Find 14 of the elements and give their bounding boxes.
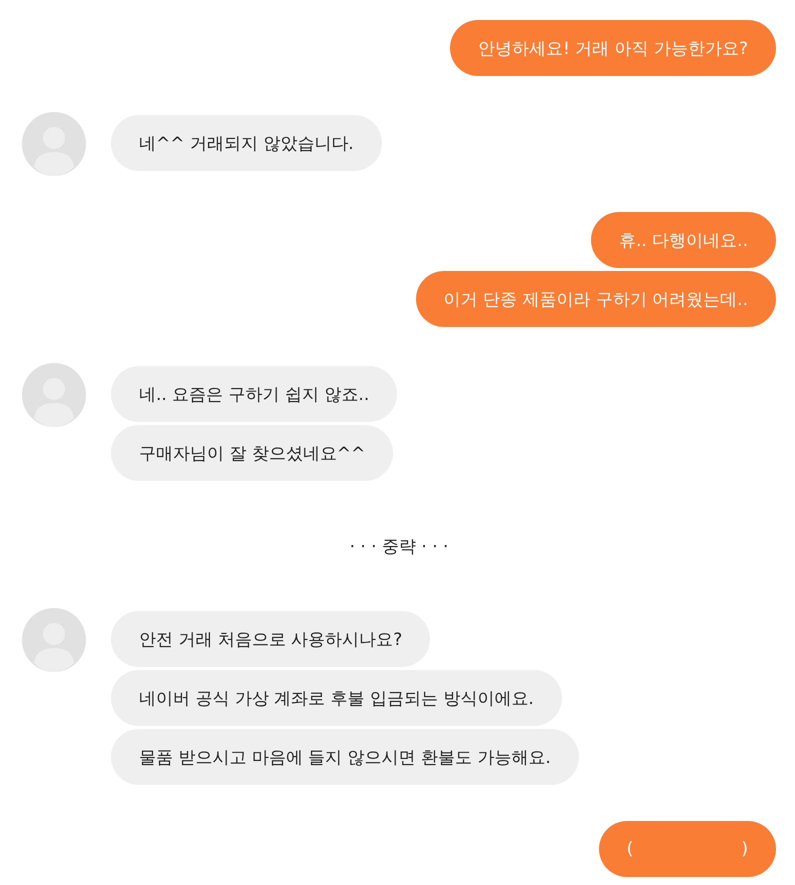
sent-message: 휴.. 다행이네요.. xyxy=(590,212,776,268)
avatar-icon xyxy=(22,608,86,672)
sent-message: ( ) xyxy=(598,821,776,877)
avatar-icon xyxy=(22,363,86,427)
sent-message: 이거 단종 제품이라 구하기 어려웠는데.. xyxy=(416,271,776,327)
avatar-icon xyxy=(22,112,86,176)
received-message: 네이버 공식 가상 계좌로 후불 입금되는 방식이에요. xyxy=(111,670,562,726)
received-message: 안전 거래 처음으로 사용하시나요? xyxy=(111,611,430,667)
received-message: 물품 받으시고 마음에 들지 않으시면 환불도 가능해요. xyxy=(111,729,579,785)
received-message: 구매자님이 잘 찾으셨네요^^ xyxy=(111,425,394,481)
received-message: 네^^ 거래되지 않았습니다. xyxy=(111,115,382,171)
omission-divider: · · · 중략 · · · xyxy=(348,536,450,559)
received-message: 네.. 요즘은 구하기 쉽지 않죠.. xyxy=(111,366,398,422)
sent-message: 안녕하세요! 거래 아직 가능한가요? xyxy=(450,20,776,76)
